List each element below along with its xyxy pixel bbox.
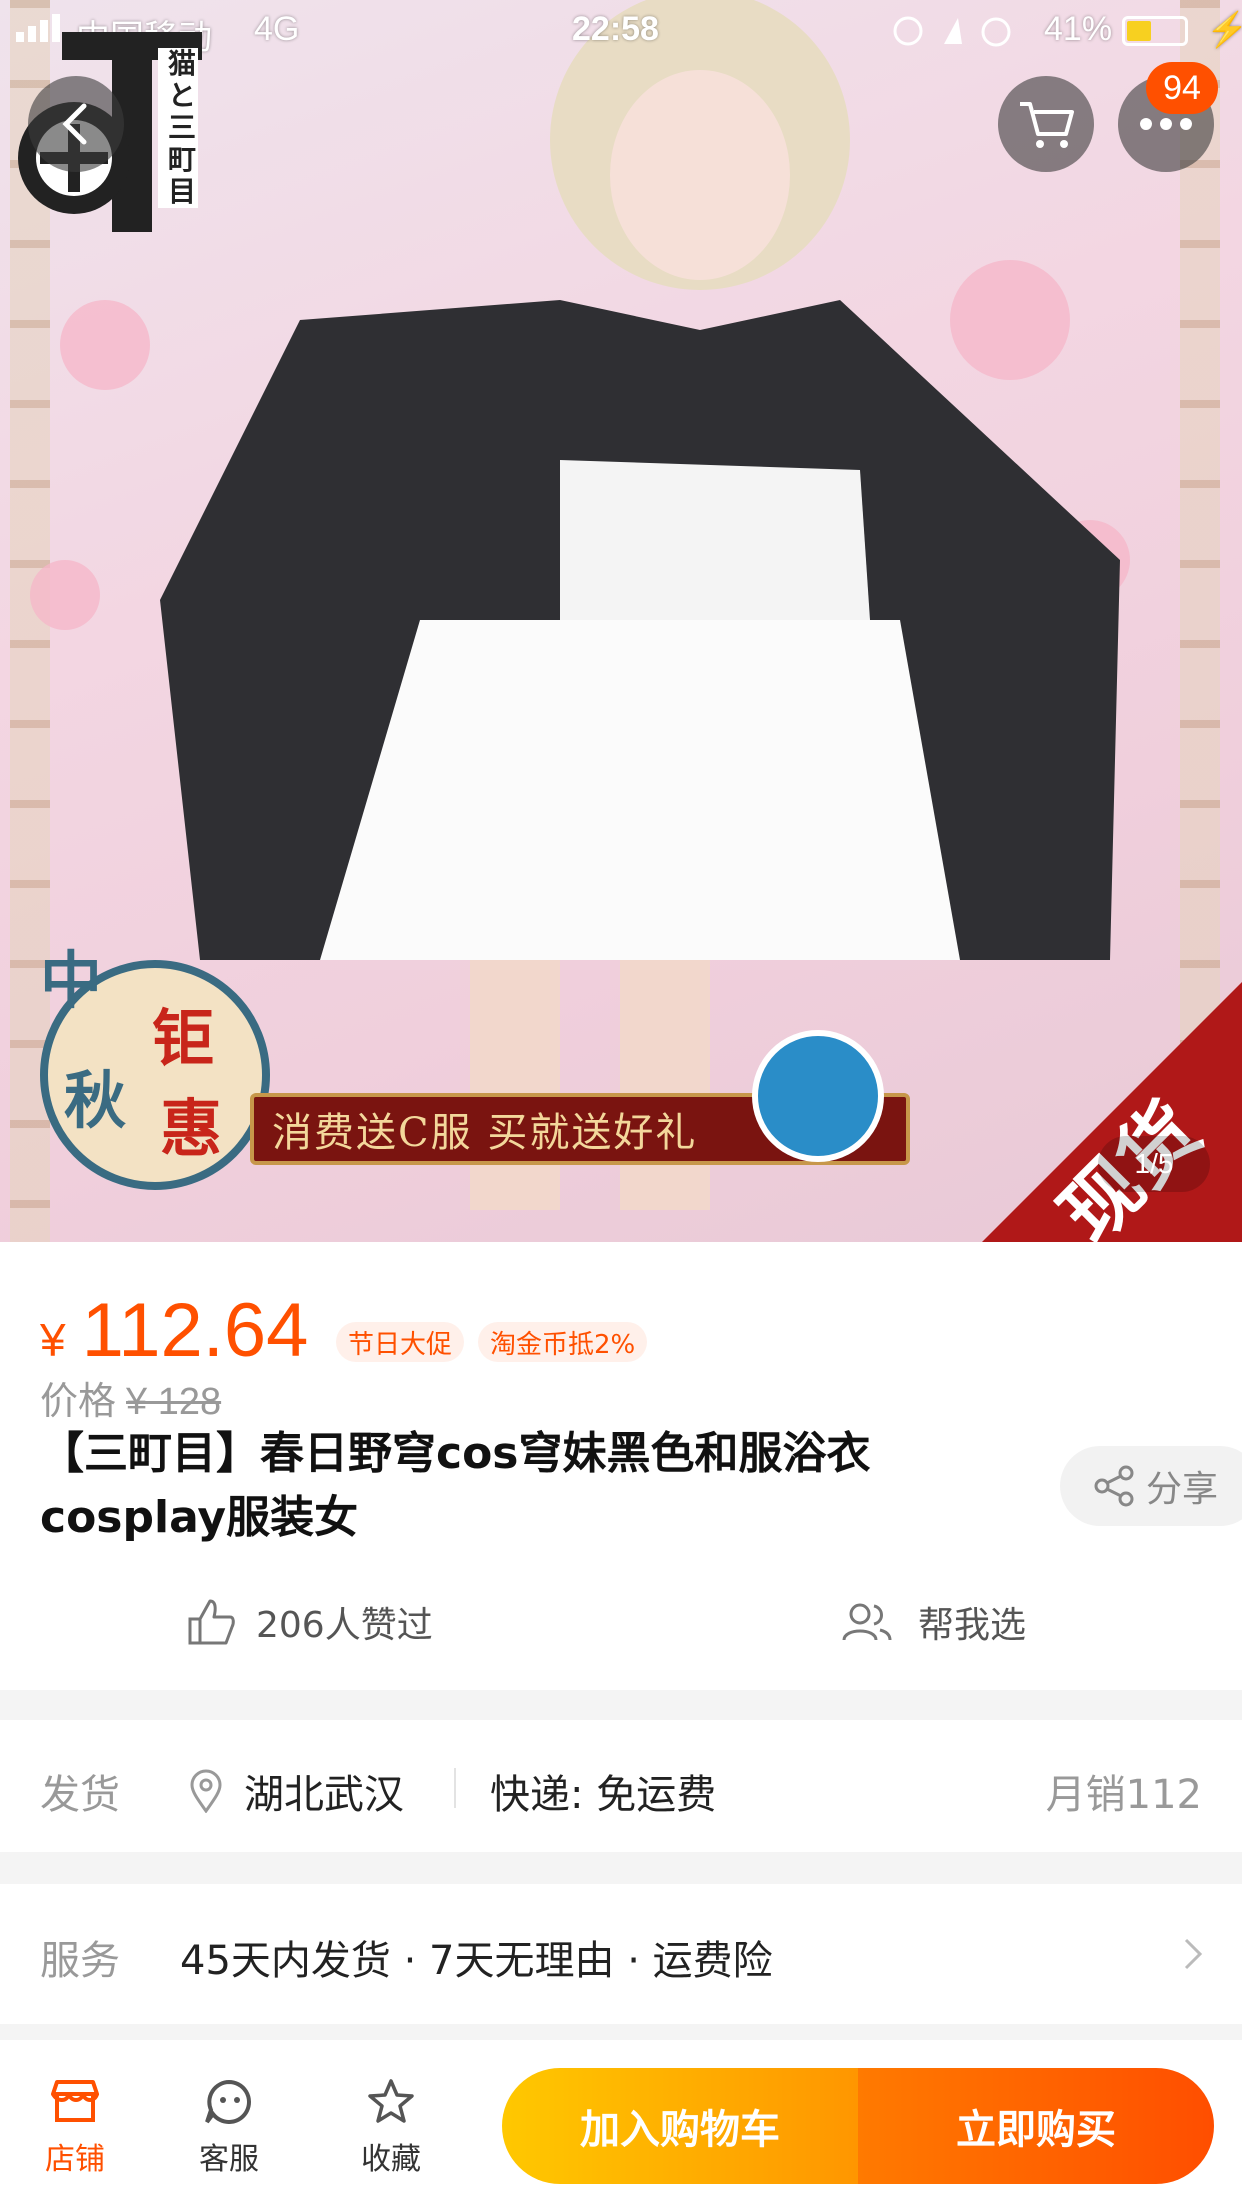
share-button[interactable]: 分享: [1060, 1446, 1242, 1526]
ship-from-location: 湖北武汉: [244, 1772, 404, 1818]
back-button[interactable]: [28, 76, 124, 172]
promo-seal-char: 秋: [64, 1064, 127, 1137]
in-stock-ribbon: 现货: [982, 962, 1242, 1242]
promo-seal-char: 钜: [152, 1002, 215, 1075]
customer-service-button[interactable]: 客服: [174, 2078, 284, 2178]
chevron-right-icon: [1184, 1938, 1203, 1970]
promo-seal-char: 中: [40, 944, 103, 1017]
service-label: 服务: [40, 1938, 120, 1984]
help-choose-label: 帮我选: [918, 1605, 1027, 1646]
monthly-sales: 月销112: [1045, 1772, 1202, 1818]
help-choose-button[interactable]: 帮我选: [840, 1596, 1026, 1648]
shop-icon: [51, 2080, 99, 2122]
star-icon: [368, 2079, 414, 2123]
chat-face-icon: [205, 2079, 251, 2124]
price-row: ¥ 112.64: [40, 1287, 308, 1377]
service-row[interactable]: 服务 45天内发货 · 7天无理由 · 运费险: [0, 1884, 1242, 2024]
ship-from: 湖北武汉: [188, 1762, 404, 1820]
battery-icon: [1122, 16, 1188, 46]
likes-count: 206人赞过: [256, 1605, 433, 1646]
buy-now-button[interactable]: 立即购买: [858, 2068, 1214, 2184]
favorite-button[interactable]: 收藏: [336, 2078, 446, 2178]
delivery-label: 发货: [40, 1772, 120, 1818]
battery-percent: 41%: [1044, 10, 1113, 48]
cart-button[interactable]: [998, 76, 1094, 172]
product-title: 【三町目】春日野穹cos穹妹黑色和服浴衣cosplay服装女: [40, 1428, 871, 1543]
shipping-fee: 快递: 免运费: [490, 1772, 717, 1818]
original-price-value: ¥ 128: [126, 1381, 222, 1423]
brand-name: 猫と三町目: [168, 47, 197, 208]
product-info-card: ¥ 112.64 节日大促 淘金币抵2% 价格 ¥ 128 【三町目】春日野穹co…: [0, 1242, 1242, 1690]
promo-seal-char: 惠: [160, 1092, 223, 1165]
chevron-left-icon: [62, 103, 87, 145]
more-icon: [1140, 118, 1192, 130]
location-pin-icon: [190, 1769, 222, 1813]
divider: [454, 1768, 456, 1808]
shop-button[interactable]: 店铺: [20, 2078, 130, 2178]
promo-banner-text: 消费送C服 买就送好礼: [272, 1110, 698, 1156]
shop-label: 店铺: [45, 2142, 105, 2177]
share-icon: [1094, 1465, 1134, 1507]
bottom-action-bar: 店铺 客服 收藏 加入购物车 立即购买: [0, 2040, 1242, 2208]
original-price-label: 价格: [40, 1379, 117, 1423]
charging-icon: ⚡: [1206, 11, 1242, 49]
coin-tag: 淘金币抵2%: [478, 1322, 648, 1362]
customer-service-label: 客服: [199, 2142, 259, 2177]
thumbs-up-icon: [188, 1599, 235, 1645]
favorite-label: 收藏: [361, 2142, 421, 2177]
service-terms: 45天内发货 · 7天无理由 · 运费险: [180, 1938, 773, 1984]
shop-mascot-avatar: [752, 1030, 884, 1162]
image-page-indicator: 1/5: [1098, 1136, 1210, 1192]
delivery-row[interactable]: 发货 湖北武汉 快递: 免运费 月销112: [0, 1720, 1242, 1852]
users-icon: [842, 1603, 892, 1641]
currency-symbol: ¥: [40, 1314, 66, 1366]
promo-tag: 节日大促: [336, 1322, 465, 1362]
status-icons: [893, 16, 1011, 47]
share-label: 分享: [1146, 1469, 1219, 1510]
product-image-carousel[interactable]: 中国移动 4G 22:58 41% ⚡ 猫と三町目 94: [0, 0, 1242, 1242]
cart-count-badge: 94: [1146, 62, 1218, 114]
add-to-cart-button[interactable]: 加入购物车: [502, 2068, 858, 2184]
like-button[interactable]: 206人赞过: [186, 1596, 433, 1648]
clock: 22:58: [572, 10, 659, 48]
original-price: 价格 ¥ 128: [40, 1370, 221, 1425]
network-type: 4G: [254, 10, 300, 48]
cart-icon: [1020, 102, 1074, 148]
current-price: 112.64: [81, 1288, 309, 1373]
